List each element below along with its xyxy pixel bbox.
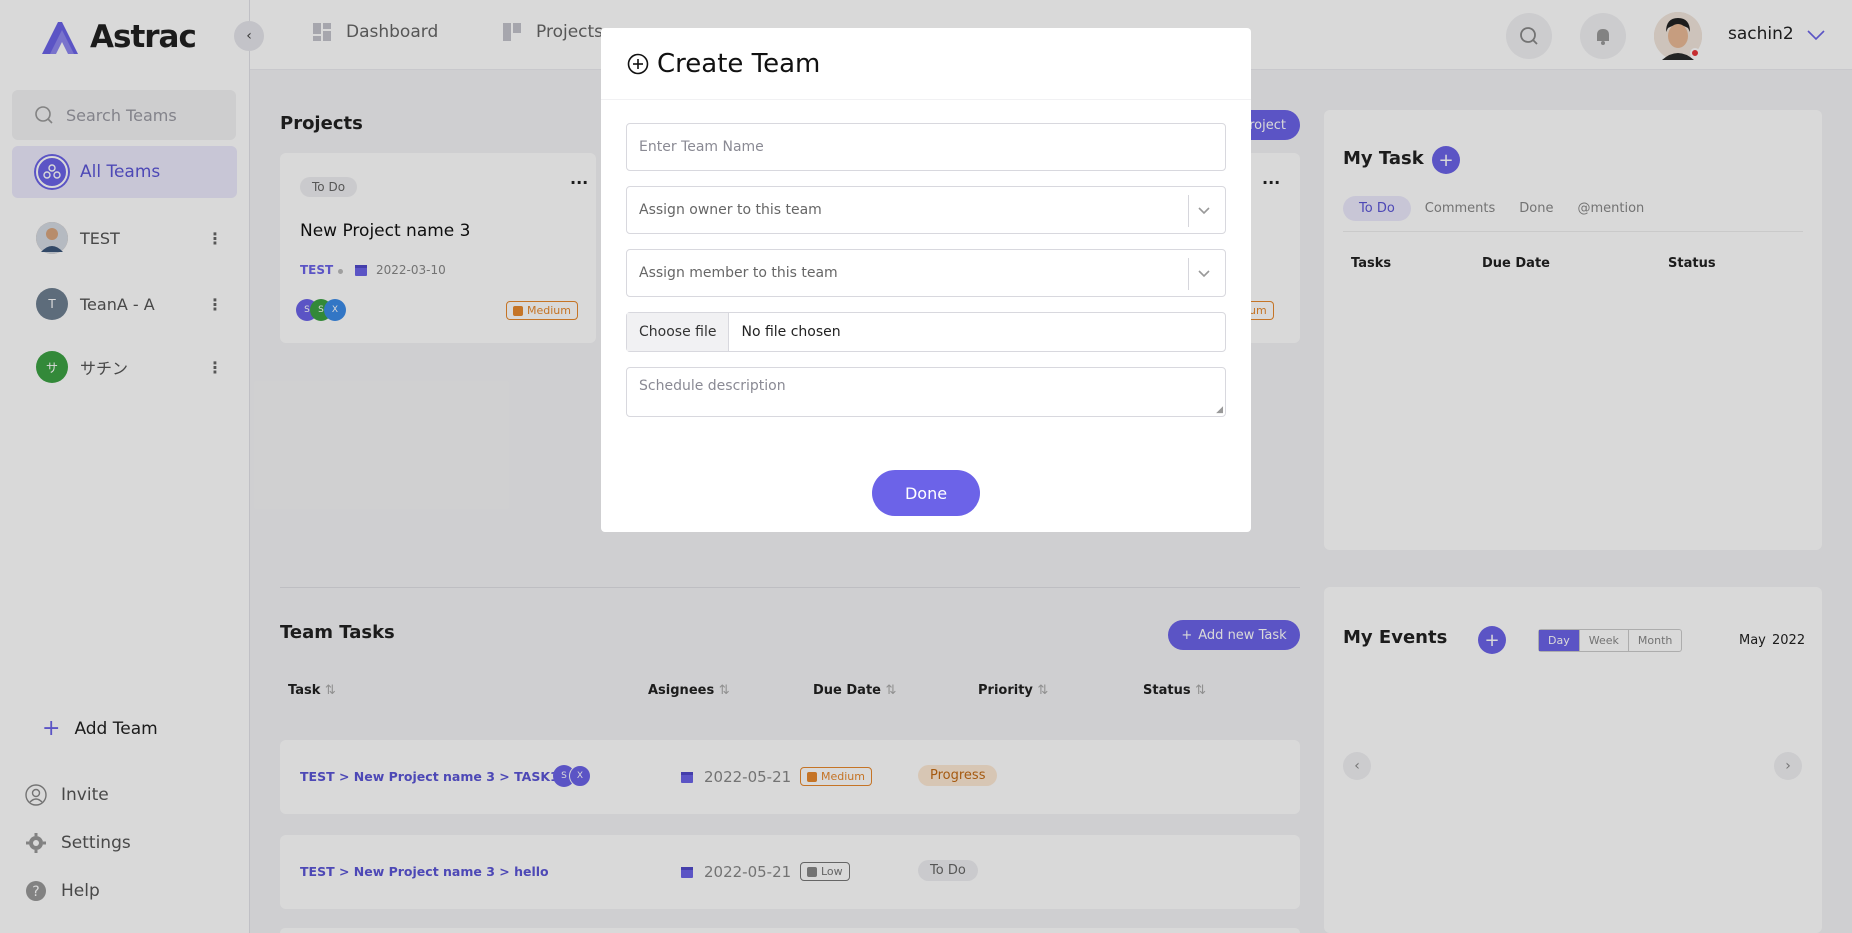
create-team-modal: Create Team Enter Team Name Assign owner… — [601, 28, 1251, 532]
file-input[interactable]: Choose file No file chosen — [626, 312, 1226, 352]
modal-header: Create Team — [601, 28, 1251, 100]
team-name-placeholder: Enter Team Name — [639, 139, 764, 155]
description-placeholder: Schedule description — [639, 378, 786, 394]
plus-circle-icon — [627, 53, 649, 74]
select-divider — [1188, 258, 1189, 290]
resize-handle-icon[interactable]: ◢ — [1216, 405, 1223, 415]
description-textarea[interactable]: Schedule description ◢ — [626, 367, 1226, 417]
select-divider — [1188, 195, 1189, 227]
member-placeholder: Assign member to this team — [639, 265, 838, 281]
choose-file-button[interactable]: Choose file — [627, 313, 730, 351]
no-file-chosen-label: No file chosen — [741, 324, 841, 340]
modal-title: Create Team — [657, 48, 821, 79]
done-button[interactable]: Done — [872, 470, 980, 516]
owner-placeholder: Assign owner to this team — [639, 202, 822, 218]
team-name-input[interactable]: Enter Team Name — [626, 123, 1226, 171]
member-select[interactable]: Assign member to this team — [626, 249, 1226, 297]
chevron-down-icon[interactable] — [1194, 263, 1214, 283]
done-label: Done — [904, 483, 948, 503]
owner-select[interactable]: Assign owner to this team — [626, 186, 1226, 234]
chevron-down-icon[interactable] — [1194, 200, 1214, 220]
